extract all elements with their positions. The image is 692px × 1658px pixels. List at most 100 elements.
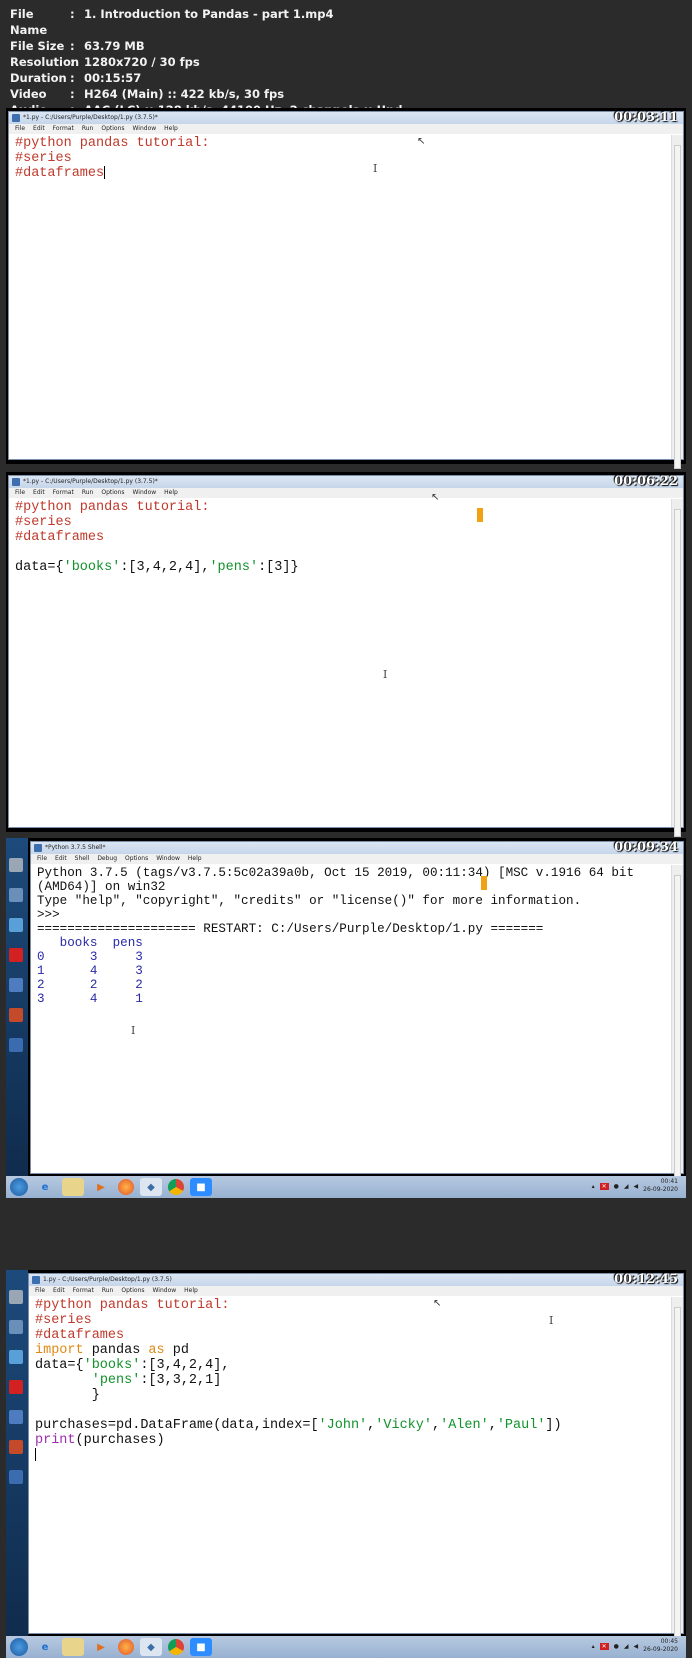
volume-icon[interactable]: ◀ (634, 1643, 639, 1650)
volume-icon[interactable]: ◀ (634, 1183, 639, 1190)
info-key: File Name (10, 7, 48, 37)
scrollbar-thumb[interactable] (674, 875, 681, 1183)
menu-edit[interactable]: Edit (33, 124, 45, 134)
menu-help[interactable]: Help (164, 124, 178, 134)
menu-window[interactable]: Window (153, 1286, 177, 1296)
show-hidden-icons[interactable]: ▴ (592, 1183, 595, 1190)
scrollbar-thumb[interactable] (674, 145, 681, 469)
python-file-icon (12, 478, 20, 486)
start-orb-icon[interactable] (10, 1638, 28, 1656)
menu-run[interactable]: Run (102, 1286, 114, 1296)
menu-help[interactable]: Help (184, 1286, 198, 1296)
desktop-shortcut-icon[interactable] (9, 1350, 23, 1364)
computer-icon[interactable] (9, 1290, 23, 1304)
computer-icon[interactable] (9, 858, 23, 872)
scrollbar-thumb[interactable] (674, 1307, 681, 1643)
python-idle-icon[interactable]: ◆ (140, 1638, 162, 1656)
media-player-icon[interactable]: ▶ (90, 1638, 112, 1656)
antivirus-tray-icon[interactable]: ✕ (599, 1182, 609, 1190)
chrome-icon[interactable] (168, 1179, 184, 1195)
show-hidden-icons[interactable]: ▴ (592, 1643, 595, 1650)
zoom-icon[interactable]: ■ (190, 1638, 212, 1656)
menu-bar: File Edit Format Run Options Window Help (9, 488, 683, 498)
zoom-icon[interactable]: ■ (190, 1178, 212, 1196)
menu-window[interactable]: Window (133, 124, 157, 134)
menu-options[interactable]: Options (121, 1286, 144, 1296)
menu-format[interactable]: Format (53, 488, 74, 498)
ibeam-cursor-icon: I (549, 1314, 554, 1327)
code-token: pd (164, 1343, 189, 1358)
desktop-shortcut-icon[interactable] (9, 1038, 23, 1052)
menu-edit[interactable]: Edit (55, 854, 67, 864)
chrome-icon[interactable] (168, 1639, 184, 1655)
window-titlebar: 1.py - C:/Users/Purple/Desktop/1.py (3.7… (29, 1274, 683, 1286)
menu-options[interactable]: Options (101, 488, 124, 498)
file-explorer-icon[interactable] (62, 1178, 84, 1196)
window-titlebar: *Python 3.7.5 Shell* (31, 842, 683, 854)
window-title: *1.py - C:/Users/Purple/Desktop/1.py (3.… (23, 478, 158, 485)
code-token: :[3]} (258, 560, 299, 575)
desktop-shortcut-icon[interactable] (9, 1008, 23, 1022)
info-key: Duration (10, 71, 67, 85)
menu-format[interactable]: Format (53, 124, 74, 134)
string-token: 'pens' (209, 560, 259, 575)
scrollbar-thumb[interactable] (674, 509, 681, 837)
firefox-icon[interactable] (118, 1639, 134, 1655)
menu-file[interactable]: File (37, 854, 47, 864)
menu-run[interactable]: Run (82, 124, 94, 134)
menu-help[interactable]: Help (164, 488, 178, 498)
vertical-scrollbar[interactable] (671, 135, 683, 469)
menu-debug[interactable]: Debug (97, 854, 117, 864)
menu-edit[interactable]: Edit (53, 1286, 65, 1296)
vertical-scrollbar[interactable] (671, 1297, 683, 1643)
window-title: *Python 3.7.5 Shell* (45, 844, 106, 851)
menu-file[interactable]: File (15, 124, 25, 134)
code-editor[interactable]: #python pandas tutorial: #series #datafram… (9, 498, 683, 577)
mouse-pointer-icon: ↖ (431, 492, 440, 503)
desktop-shortcut-icon[interactable] (9, 918, 23, 932)
highlight-marker (481, 876, 487, 890)
menu-window[interactable]: Window (156, 854, 180, 864)
menu-shell[interactable]: Shell (75, 854, 90, 864)
internet-explorer-icon[interactable]: e (34, 1178, 56, 1196)
vertical-scrollbar[interactable] (671, 865, 683, 1183)
menu-run[interactable]: Run (82, 488, 94, 498)
menu-options[interactable]: Options (125, 854, 148, 864)
code-editor[interactable]: #python pandas tutorial: #series #datafram… (9, 134, 683, 183)
menu-help[interactable]: Help (188, 854, 202, 864)
desktop-shortcut-icon[interactable] (9, 1440, 23, 1454)
menu-file[interactable]: File (15, 488, 25, 498)
info-key: Resolution (10, 55, 80, 69)
antivirus-tray-icon[interactable]: ✕ (599, 1642, 609, 1650)
internet-explorer-icon[interactable]: e (34, 1638, 56, 1656)
start-orb-icon[interactable] (10, 1178, 28, 1196)
user-tray-icon[interactable]: ● (614, 1183, 619, 1190)
menu-file[interactable]: File (35, 1286, 45, 1296)
menu-window[interactable]: Window (133, 488, 157, 498)
desktop-shortcut-icon[interactable] (9, 1470, 23, 1484)
acrobat-reader-icon[interactable] (9, 1380, 23, 1394)
info-key: File Size (10, 39, 65, 53)
system-clock[interactable]: 00:41 26-09-2020 (643, 1178, 678, 1194)
system-clock[interactable]: 00:45 26-09-2020 (643, 1638, 678, 1654)
shell-output[interactable]: Python 3.7.5 (tags/v3.7.5:5c02a39a0b, Oc… (31, 864, 683, 1008)
vertical-scrollbar[interactable] (671, 499, 683, 837)
menu-edit[interactable]: Edit (33, 488, 45, 498)
desktop-shortcut-icon[interactable] (9, 1410, 23, 1424)
menu-options[interactable]: Options (101, 124, 124, 134)
file-explorer-icon[interactable] (62, 1638, 84, 1656)
python-shell-window: *Python 3.7.5 Shell* File Edit Shell Deb… (30, 841, 684, 1183)
python-idle-icon[interactable]: ◆ (140, 1178, 162, 1196)
firefox-icon[interactable] (118, 1179, 134, 1195)
recycle-bin-icon[interactable] (9, 1320, 23, 1334)
menu-format[interactable]: Format (73, 1286, 94, 1296)
user-tray-icon[interactable]: ● (614, 1643, 619, 1650)
network-icon[interactable]: ◢ (624, 1183, 629, 1190)
media-player-icon[interactable]: ▶ (90, 1178, 112, 1196)
code-token: :[3,4,2,4], (120, 560, 210, 575)
recycle-bin-icon[interactable] (9, 888, 23, 902)
network-icon[interactable]: ◢ (624, 1643, 629, 1650)
code-editor[interactable]: #python pandas tutorial: #series #datafram… (29, 1296, 683, 1465)
desktop-shortcut-icon[interactable] (9, 978, 23, 992)
acrobat-reader-icon[interactable] (9, 948, 23, 962)
